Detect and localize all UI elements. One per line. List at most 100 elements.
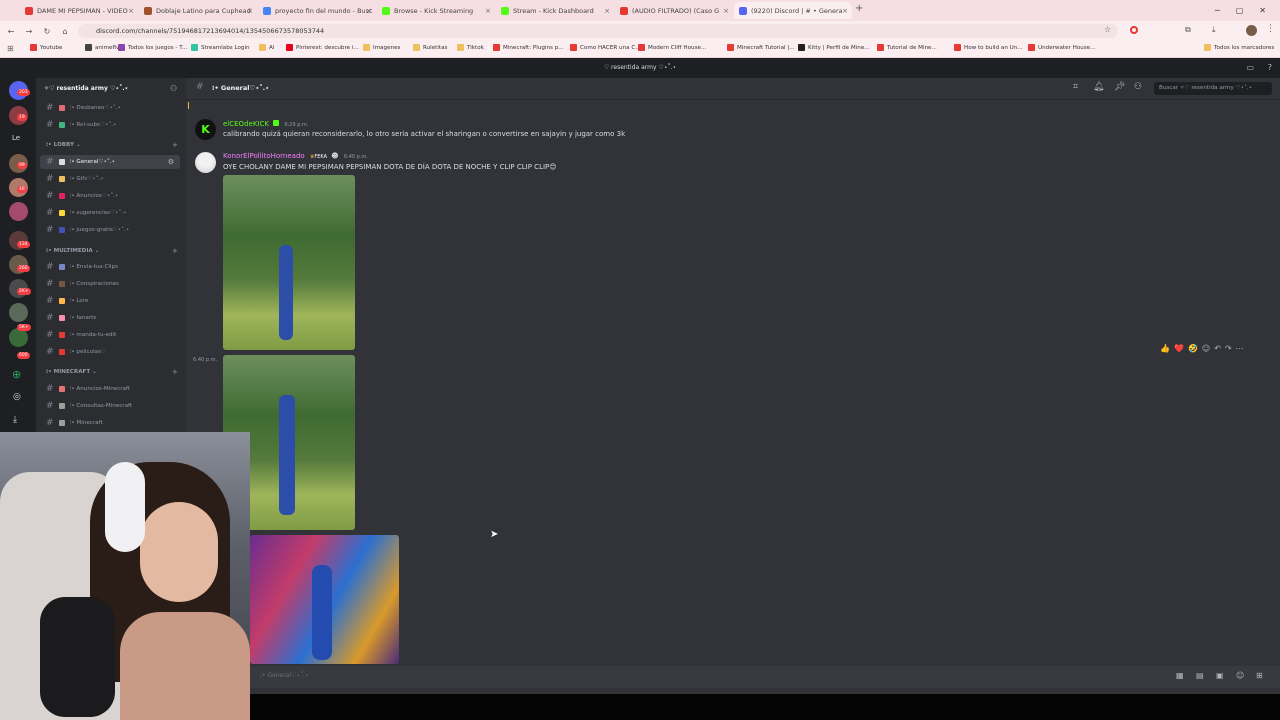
add-server-icon[interactable]: ⊕ xyxy=(12,368,21,381)
apps-icon[interactable]: ⊞ xyxy=(7,44,14,53)
bookmark-item[interactable]: Pinterest: descubre i... xyxy=(286,44,359,51)
channel-item[interactable]: # ⁝• fanarts xyxy=(40,311,180,325)
tab-close-icon[interactable]: × xyxy=(128,7,134,15)
tab-close-icon[interactable]: × xyxy=(247,7,253,15)
opera-icon[interactable] xyxy=(1130,26,1138,34)
threads-icon[interactable]: ⌗ xyxy=(1073,82,1078,92)
gift-icon[interactable]: ▦ xyxy=(1176,671,1184,680)
tab-close-icon[interactable]: × xyxy=(842,7,848,15)
bookmark-item[interactable]: Al xyxy=(259,44,274,51)
bookmark-item[interactable]: Como HACER una C... xyxy=(570,44,641,51)
create-channel-icon[interactable]: + xyxy=(172,368,178,376)
bookmark-item[interactable]: Tiktok xyxy=(457,44,484,51)
channel-item[interactable]: # ⁝• Minecraft xyxy=(40,416,180,430)
channel-item[interactable]: # ⁝• sugerencias♡⋆˚.⋆ xyxy=(40,206,180,220)
back-icon[interactable]: ← xyxy=(4,27,18,36)
download-icon[interactable]: ⤓ xyxy=(1212,25,1216,35)
browser-tab[interactable]: proyecto fin del mundo - Busc × xyxy=(258,2,376,19)
extensions-icon[interactable]: ⧉ xyxy=(1185,25,1191,35)
server-header[interactable]: ✧♡ resentida army ♡⋆˚.⋆ ⚇ xyxy=(44,81,186,97)
bookmark-item[interactable]: Ruletitas xyxy=(413,44,447,51)
emoji-icon[interactable]: ☺ xyxy=(1236,671,1244,680)
new-tab-button[interactable]: + xyxy=(855,3,863,14)
create-channel-icon[interactable]: + xyxy=(172,141,178,149)
browser-tab[interactable]: (AUDIO FILTRADO) (Caso G × xyxy=(615,2,733,19)
menu-icon[interactable]: ⋮ xyxy=(1266,24,1275,34)
bookmark-item[interactable]: Youtube xyxy=(30,44,62,51)
attachment-image[interactable] xyxy=(250,535,399,664)
forward-icon[interactable]: → xyxy=(22,27,36,36)
attachment-image[interactable] xyxy=(223,175,355,350)
bookmark-item[interactable]: Minecraft: Plugins p... xyxy=(493,44,564,51)
member-list-icon[interactable]: ⚇ xyxy=(1134,82,1142,92)
channel-settings-icon[interactable]: ⚙ xyxy=(168,158,174,166)
message-composer[interactable]: ⁝• General♡⋆˚.⋆ ▦ ▤ ▣ ☺ ⊞ xyxy=(250,666,1280,688)
channel-item[interactable]: # ⁝• Gifs♡⋆˚.⋆ xyxy=(40,172,180,186)
add-reaction-icon[interactable]: ☺ xyxy=(1202,344,1210,353)
channel-item[interactable]: # ⁝• Envia-tus-Clips xyxy=(40,260,180,274)
inbox-icon[interactable]: ▭ xyxy=(1246,58,1254,78)
bookmark-item[interactable]: Tutorial de Mine... xyxy=(877,44,937,51)
create-channel-icon[interactable]: + xyxy=(172,247,178,255)
apps-icon[interactable]: ⊞ xyxy=(1256,671,1263,680)
more-options-icon[interactable]: ⋯ xyxy=(1236,344,1244,353)
avatar[interactable]: K xyxy=(195,119,216,140)
maximize-icon[interactable]: ▢ xyxy=(1236,6,1244,15)
author-name[interactable]: KonorElPollitoHorneado xyxy=(223,152,305,160)
reload-icon[interactable]: ↻ xyxy=(40,27,54,36)
server-initials[interactable]: Le xyxy=(12,134,20,142)
channel-item[interactable]: # ⁝• Conspiraciones xyxy=(40,277,180,291)
channel-item[interactable]: # ⁝• manda-tu-edit xyxy=(40,328,180,342)
browser-tab[interactable]: Browse - Kick Streaming × xyxy=(377,2,495,19)
message-author[interactable]: KonorElPollitoHorneado ♛FEKA ☻ 6:40 p.m. xyxy=(223,152,368,160)
server-icon[interactable] xyxy=(9,303,28,322)
tab-close-icon[interactable]: × xyxy=(366,7,372,15)
browser-tab[interactable]: DAME MI PEPSIMAN - VIDEO × xyxy=(20,2,138,19)
message-author[interactable]: elCEOdeKICK 6:29 p.m. xyxy=(223,120,308,128)
channel-item[interactable]: # ⁝• Consultas-Minecraft xyxy=(40,399,180,413)
channel-item[interactable]: # ⁝• Lore xyxy=(40,294,180,308)
channel-item[interactable]: # ⁝• Anuncios♡⋆˚.⋆ xyxy=(40,189,180,203)
bookmark-item[interactable]: Underwater House... xyxy=(1028,44,1096,51)
tab-close-icon[interactable]: × xyxy=(604,7,610,15)
reaction-laughing[interactable]: 🤣 xyxy=(1188,344,1198,353)
discover-icon[interactable]: ◎ xyxy=(13,392,21,402)
browser-tab[interactable]: Doblaje Latino para Cuphead × xyxy=(139,2,257,19)
home-icon[interactable]: ⌂ xyxy=(58,27,72,36)
bookmark-item[interactable]: How to build an Un... xyxy=(954,44,1023,51)
notification-bell-icon[interactable]: 🔔︎ xyxy=(1093,82,1104,92)
pin-icon[interactable]: 📌︎ xyxy=(1114,82,1125,92)
channel-item[interactable]: # ⁝• juegos-gratis♡⋆˚.⋆ xyxy=(40,223,180,237)
channel-category[interactable]: ⁝• LOBBY ⌄ xyxy=(46,142,81,148)
help-icon[interactable]: ? xyxy=(1268,58,1272,78)
profile-avatar[interactable] xyxy=(1246,25,1257,36)
reaction-thumbs-up[interactable]: 👍 xyxy=(1160,344,1170,353)
forward-icon[interactable]: ↷ xyxy=(1225,344,1232,353)
reaction-heart[interactable]: ❤️ xyxy=(1174,344,1184,353)
bookmark-item[interactable]: Kitty | Perfil de Mine... xyxy=(798,44,870,51)
bookmark-item[interactable]: animeflv xyxy=(85,44,119,51)
gif-icon[interactable]: ▤ xyxy=(1196,671,1204,680)
bookmark-item[interactable]: Todos los juegos - T... xyxy=(118,44,187,51)
url-field[interactable]: discord.com/channels/751946817213694014/… xyxy=(78,24,1118,38)
sticker-icon[interactable]: ▣ xyxy=(1216,671,1224,680)
channel-item[interactable]: # ⁝• Rol-subs♡⋆˚.⋆ xyxy=(40,118,180,132)
reply-icon[interactable]: ↶ xyxy=(1214,344,1221,353)
bookmark-item[interactable]: Modern Cliff House... xyxy=(638,44,706,51)
channel-item[interactable]: # ⁝• peliculas♡ xyxy=(40,345,180,359)
download-apps-icon[interactable]: ⤓ xyxy=(13,415,17,425)
bookmark-item[interactable]: Minecraft Tutorial |... xyxy=(727,44,795,51)
server-icon[interactable] xyxy=(9,202,28,221)
bookmark-item[interactable]: Imagenes xyxy=(363,44,400,51)
search-input[interactable]: Buscar ✧♡ resentida army ♡⋆˚.⋆ xyxy=(1154,82,1272,95)
browser-tab[interactable]: (9220) Discord | # • Genera × xyxy=(734,2,852,19)
channel-category[interactable]: ⁝• MULTIMEDIA ⌄ xyxy=(46,248,99,254)
all-bookmarks[interactable]: Todos los marcadores xyxy=(1204,44,1274,51)
channel-item[interactable]: # ⁝• General♡⋆˚.⋆ ⚙ xyxy=(40,155,180,169)
tab-close-icon[interactable]: × xyxy=(723,7,729,15)
channel-item[interactable]: # ⁝• Anuncios-Minecraft xyxy=(40,382,180,396)
channel-category[interactable]: ⁝• MINECRAFT ⌄ xyxy=(46,369,97,375)
add-member-icon[interactable]: ⚇ xyxy=(170,81,177,97)
bookmark-star-icon[interactable]: ☆ xyxy=(1104,25,1111,34)
tab-close-icon[interactable]: × xyxy=(485,7,491,15)
